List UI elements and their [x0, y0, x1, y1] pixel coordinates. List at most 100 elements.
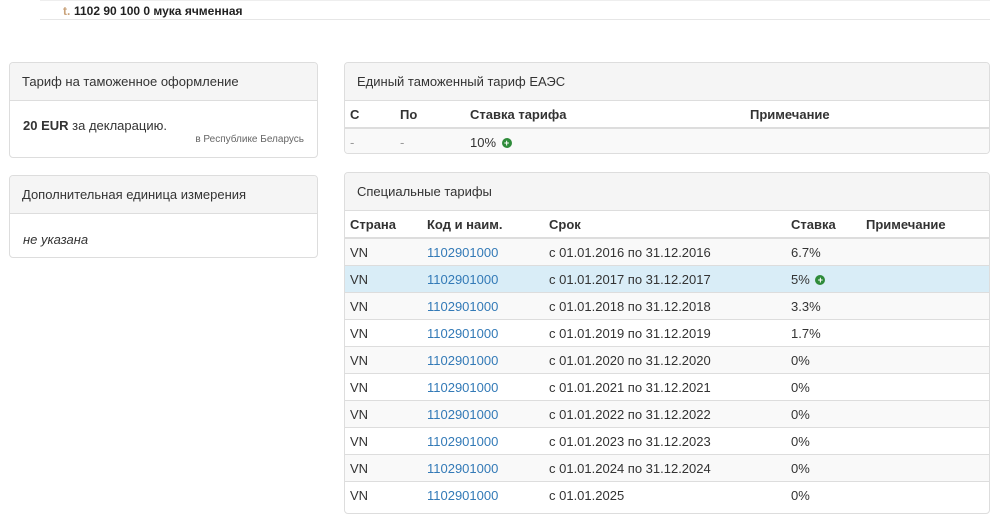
cell-rate: 10% + — [465, 127, 745, 153]
cell-note — [861, 400, 989, 428]
cell-period: с 01.01.2018 по 31.12.2018 — [544, 292, 786, 320]
code-link[interactable]: 1102901000 — [422, 292, 544, 320]
table-row: VN 1102901000 с 01.01.2020 по 31.12.2020 0% — [345, 346, 989, 374]
col-note: Примечание — [861, 211, 989, 239]
cell-rate: 6.7% — [786, 237, 861, 266]
cell-country: VN — [345, 346, 422, 374]
rate-value: 0% — [791, 352, 810, 368]
cell-country: VN — [345, 373, 422, 401]
cell-period: с 01.01.2017 по 31.12.2017 — [544, 265, 786, 293]
cell-rate: 0% — [786, 481, 861, 508]
rate-value: 0% — [791, 460, 810, 476]
cell-rate: 3.3% — [786, 292, 861, 320]
table-row: VN 1102901000 с 01.01.2023 по 31.12.2023 0% — [345, 427, 989, 455]
cell-country: VN — [345, 400, 422, 428]
cell-note — [861, 481, 989, 508]
additional-unit-heading: Дополнительная единица измерения — [10, 176, 317, 214]
cell-note — [861, 292, 989, 320]
code-link[interactable]: 1102901000 — [422, 237, 544, 266]
cell-rate: 0% — [786, 400, 861, 428]
code-link[interactable]: 1102901000 — [422, 373, 544, 401]
col-rate: Ставка тарифа — [465, 101, 745, 129]
customs-fee-value: 20 EUR за декларацию. — [23, 118, 167, 133]
rate-value: 0% — [791, 379, 810, 395]
rate-value: 6.7% — [791, 244, 821, 260]
cell-country: VN — [345, 319, 422, 347]
cell-period: с 01.01.2020 по 31.12.2020 — [544, 346, 786, 374]
cell-note — [861, 237, 989, 266]
cell-period: с 01.01.2016 по 31.12.2016 — [544, 237, 786, 266]
additional-unit-panel: Дополнительная единица измерения не указ… — [9, 175, 318, 258]
cell-country: VN — [345, 292, 422, 320]
cell-period: с 01.01.2025 — [544, 481, 786, 508]
code-link[interactable]: 1102901000 — [422, 427, 544, 455]
cell-period: с 01.01.2019 по 31.12.2019 — [544, 319, 786, 347]
cell-country: VN — [345, 265, 422, 293]
customs-fee-panel: Тариф на таможенное оформление 20 EUR за… — [9, 62, 318, 158]
cell-period: с 01.01.2022 по 31.12.2022 — [544, 400, 786, 428]
additional-unit-value: не указана — [23, 232, 89, 247]
circle-plus-icon[interactable]: + — [815, 275, 826, 286]
eaes-tariff-panel: Единый таможенный тариф ЕАЭС С По Ставка… — [344, 62, 990, 154]
cell-note — [861, 265, 989, 293]
customs-fee-amount: 20 EUR — [23, 118, 69, 133]
code-link[interactable]: 1102901000 — [422, 400, 544, 428]
col-period: Срок — [544, 211, 786, 239]
cell-rate: 5% + — [786, 265, 861, 293]
customs-fee-suffix: за декларацию. — [68, 118, 167, 133]
cell-from: - — [345, 127, 395, 153]
cell-period: с 01.01.2024 по 31.12.2024 — [544, 454, 786, 482]
col-note: Примечание — [745, 101, 989, 129]
code-link[interactable]: 1102901000 — [422, 481, 544, 508]
table-row: - - 10% + — [345, 127, 989, 153]
customs-fee-heading: Тариф на таможенное оформление — [10, 63, 317, 101]
product-title: 1102 90 100 0 мука ячменная — [74, 4, 243, 18]
rate-value: 10% — [470, 134, 497, 150]
cell-note — [861, 427, 989, 455]
customs-fee-region: в Республике Беларусь — [195, 134, 304, 145]
col-code: Код и наим. — [422, 211, 544, 239]
col-country: Страна — [345, 211, 422, 239]
rate-value: 5% — [791, 271, 810, 287]
cell-rate: 0% — [786, 346, 861, 374]
cell-note — [861, 346, 989, 374]
cell-rate: 1.7% — [786, 319, 861, 347]
special-tariffs-heading: Специальные тарифы — [345, 173, 989, 211]
table-row: VN 1102901000 с 01.01.2017 по 31.12.2017 5%… — [345, 265, 989, 293]
cell-country: VN — [345, 427, 422, 455]
table-row: VN 1102901000 с 01.01.2016 по 31.12.2016 6.… — [345, 237, 989, 266]
code-link[interactable]: 1102901000 — [422, 346, 544, 374]
cell-country: VN — [345, 481, 422, 508]
special-tariffs-table: Страна Код и наим. Срок Ставка Примечани… — [345, 211, 989, 508]
cell-period: с 01.01.2021 по 31.12.2021 — [544, 373, 786, 401]
table-row: VN 1102901000 с 01.01.2024 по 31.12.2024 0% — [345, 454, 989, 482]
rate-value: 0% — [791, 406, 810, 422]
code-link[interactable]: 1102901000 — [422, 265, 544, 293]
code-link[interactable]: 1102901000 — [422, 319, 544, 347]
cell-country: VN — [345, 454, 422, 482]
product-header: t. 1102 90 100 0 мука ячменная — [40, 0, 990, 20]
col-from: С — [345, 101, 395, 129]
rate-value: 0% — [791, 487, 810, 503]
cell-note — [861, 319, 989, 347]
eaes-tariff-table: С По Ставка тарифа Примечание - - 10% + — [345, 101, 989, 153]
table-row: VN 1102901000 с 01.01.2021 по 31.12.2021 0% — [345, 373, 989, 401]
col-rate: Ставка — [786, 211, 861, 239]
cell-period: с 01.01.2023 по 31.12.2023 — [544, 427, 786, 455]
circle-plus-icon[interactable]: + — [501, 138, 512, 149]
rate-value: 3.3% — [791, 298, 821, 314]
code-link[interactable]: 1102901000 — [422, 454, 544, 482]
header-letter: t. — [63, 4, 71, 18]
table-row: VN 1102901000 с 01.01.2022 по 31.12.2022 0% — [345, 400, 989, 428]
cell-note — [861, 454, 989, 482]
cell-to: - — [395, 127, 465, 153]
rate-value: 1.7% — [791, 325, 821, 341]
cell-rate: 0% — [786, 427, 861, 455]
cell-country: VN — [345, 237, 422, 266]
cell-note — [861, 373, 989, 401]
col-to: По — [395, 101, 465, 129]
rate-value: 0% — [791, 433, 810, 449]
cell-rate: 0% — [786, 373, 861, 401]
cell-note — [745, 127, 989, 153]
table-row: VN 1102901000 с 01.01.2018 по 31.12.2018 3.… — [345, 292, 989, 320]
